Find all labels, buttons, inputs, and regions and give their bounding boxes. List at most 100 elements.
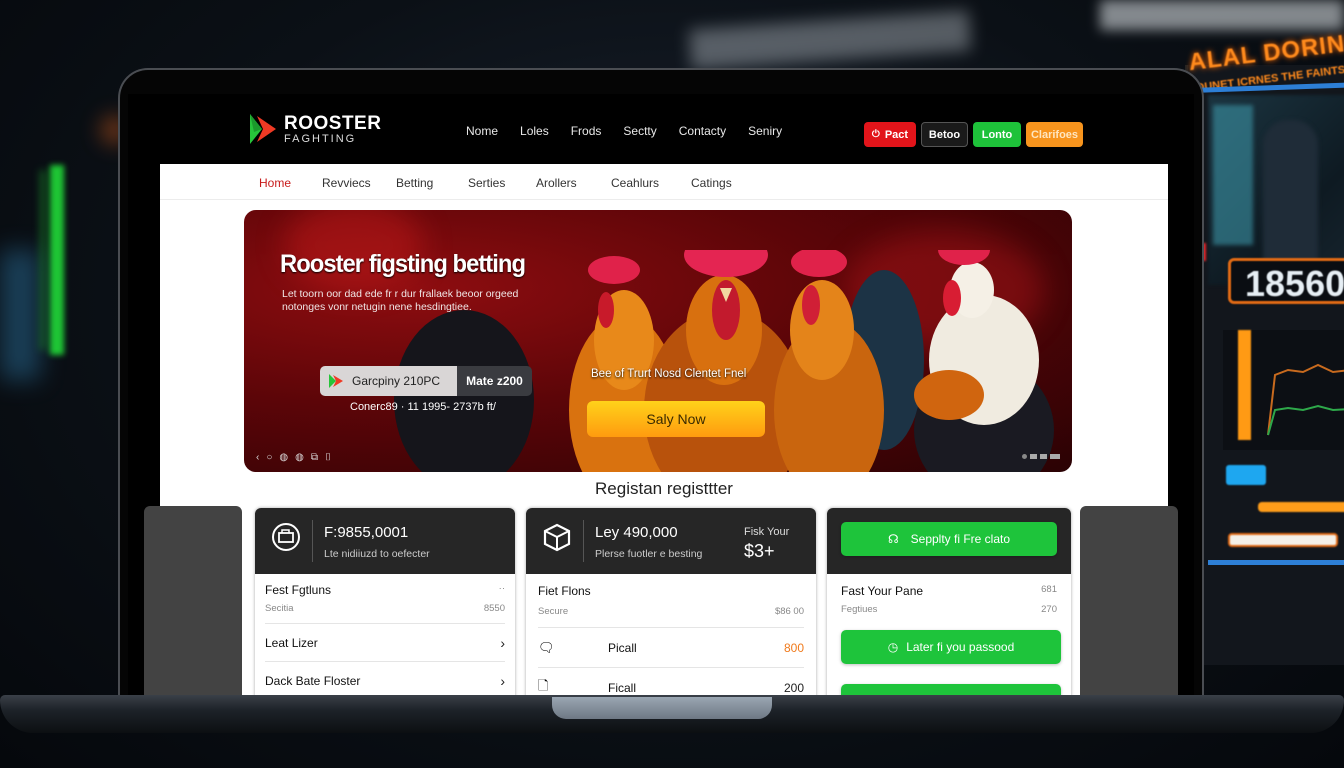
summary-bottom: Secitia 8550	[265, 603, 505, 614]
window-icon[interactable]: ⧉	[311, 452, 318, 463]
globe-icon[interactable]: ◍	[295, 452, 304, 463]
pagination-dot[interactable]	[1030, 454, 1037, 459]
top-nav-item[interactable]: Loles	[520, 124, 549, 138]
top-nav-item[interactable]: Nome	[466, 124, 498, 138]
card-header: F:9855,0001 Lte nidiiuzd to oefecter	[255, 508, 515, 574]
list-item[interactable]: 🗨 Picall 800	[538, 628, 804, 668]
summary-top: Fest Fgtluns ··	[265, 583, 505, 597]
list-item[interactable]: 🗋 Ficall 200	[538, 668, 804, 697]
brand-logo[interactable]: ROOSTER FAGHTING	[248, 112, 381, 146]
monitor-video-person	[1263, 120, 1318, 270]
hero-coords: Conerc89 · 11 1995- 2737b ft/	[350, 401, 496, 413]
monitor-counter: 18560	[1228, 258, 1344, 304]
monitor-divider	[1208, 560, 1344, 565]
summary-title: Fest Fgtluns	[265, 583, 332, 597]
card-summary-row: Fiet Flons Secure $86 00	[538, 574, 804, 628]
hero-description: Let toorn oor dad ede fr r dur frallaek …	[282, 288, 519, 313]
brand-name: ROOSTER	[284, 112, 382, 134]
monitor-chart-line-orange	[1267, 363, 1344, 436]
monitor-progress-bar	[1228, 533, 1338, 547]
play-logo-icon	[250, 114, 276, 144]
supply-button[interactable]: ☊ Sepplty fi Fre clato	[841, 522, 1057, 556]
sub-nav-item-home[interactable]: Home	[259, 176, 322, 190]
clarifoes-button[interactable]: Clarifoes	[1026, 122, 1083, 147]
sub-nav-item[interactable]: Betting	[396, 176, 468, 190]
hero-title: Rooster figsting betting	[280, 250, 526, 278]
summary-bottom: Secure $86 00	[538, 606, 804, 617]
card-header: ☊ Sepplty fi Fre clato	[827, 508, 1071, 574]
list-item-title: Dack Bate Floster	[265, 674, 361, 688]
globe-icon[interactable]: ◍	[279, 452, 288, 463]
summary-meta-right: 270	[1041, 603, 1057, 615]
card-subtitle: Plerse fuotler e besting	[595, 548, 703, 560]
side-panel-left	[144, 506, 242, 697]
sub-nav-item[interactable]: Ceahlurs	[611, 176, 691, 190]
monitor-chart-line-green	[1267, 404, 1344, 436]
register-card-3: ☊ Sepplty fi Fre clato Fast Your Pane 68…	[827, 508, 1071, 697]
sub-nav-item[interactable]: Arollers	[536, 176, 611, 190]
brand-text: ROOSTER FAGHTING	[284, 114, 381, 145]
top-nav-item[interactable]: Frods	[571, 124, 602, 138]
list-item-title: Ficall	[608, 681, 637, 695]
top-nav-item[interactable]: Contacty	[679, 124, 726, 138]
divider	[583, 520, 584, 562]
site-header: ROOSTER FAGHTING Nome Loles Frods Sectty…	[128, 94, 1194, 164]
list-item[interactable]: Dack Bate Floster ›	[265, 662, 505, 697]
summary-meta-right: 8550	[483, 603, 505, 614]
pact-button[interactable]: ⏻ Pact	[864, 122, 916, 147]
top-nav-item[interactable]: Sectty	[623, 124, 656, 138]
monitor-chart	[1223, 330, 1344, 450]
pact-button-label: Pact	[884, 128, 909, 141]
laptop-hinge-notch	[552, 697, 772, 719]
background-green-strip	[40, 170, 46, 350]
card-summary-row: Fest Fgtluns ·· Secitia 8550	[265, 574, 505, 624]
sub-nav: Home Revviecs Betting Serties Arollers C…	[160, 164, 1168, 200]
pagination-dot[interactable]	[1050, 454, 1060, 459]
list-item[interactable]: Leat Lizer ›	[265, 624, 505, 662]
hero-controls: ‹ ○ ◍ ◍ ⧉ ⌷	[256, 452, 331, 463]
clock-icon: ◷	[887, 640, 899, 654]
register-card-1: F:9855,0001 Lte nidiiuzd to oefecter Fes…	[255, 508, 515, 697]
lonto-button[interactable]: Lonto	[973, 122, 1021, 147]
summary-title: Fast Your Pane	[841, 583, 924, 598]
top-nav-item[interactable]: Seniry	[748, 124, 782, 138]
background-green-light	[50, 165, 64, 355]
chevron-right-icon: ›	[500, 634, 505, 651]
brand-subtitle: FAGHTING	[284, 132, 357, 145]
pagination-dot[interactable]	[1022, 454, 1027, 459]
betoo-button[interactable]: Betoo	[921, 122, 968, 147]
power-icon: ⏻	[871, 129, 880, 140]
later-button[interactable]: ◷ Later fi you passood	[841, 630, 1061, 664]
summary-meta-top: 681	[1041, 583, 1057, 595]
phone-icon[interactable]: ⌷	[325, 452, 331, 463]
chat-icon: 🗨	[538, 639, 555, 655]
sub-nav-item[interactable]: Serties	[468, 176, 536, 190]
register-title: Registan registtter	[595, 479, 733, 498]
circle-icon[interactable]: ○	[266, 452, 272, 463]
headset-icon: ☊	[887, 532, 899, 546]
divider	[312, 520, 313, 562]
play-logo-icon	[329, 374, 343, 388]
saly-now-button[interactable]: Saly Now	[587, 401, 765, 437]
sub-nav-item[interactable]: Revviecs	[322, 176, 396, 190]
rooster-4	[914, 250, 1054, 472]
hero-pagination	[1022, 454, 1060, 459]
sub-nav-item[interactable]: Catings	[691, 176, 732, 190]
side-panel-right	[1080, 506, 1178, 697]
card-amount: Ley 490,000	[595, 524, 678, 541]
header-actions: ⏻ Pact Betoo Lonto Clarifoes	[864, 122, 1083, 147]
pagination-dot[interactable]	[1040, 454, 1047, 459]
summary-bottom: Fegtiues 270	[841, 604, 1057, 615]
monitor-video-window	[1213, 105, 1253, 245]
chevron-left-icon[interactable]: ‹	[256, 452, 259, 463]
laptop-screen: ROOSTER FAGHTING Nome Loles Frods Sectty…	[128, 94, 1194, 697]
card-aside-value: $3+	[744, 541, 775, 561]
list-item-value: 800	[783, 640, 804, 655]
summary-title: Fiet Flons	[538, 584, 591, 598]
document-icon: 🗋	[538, 678, 549, 693]
match-pill[interactable]: Garcpiny 210PC Mate z200	[320, 366, 532, 396]
list-item-title: Picall	[608, 640, 637, 655]
card-body: Fast Your Pane 681 Fegtiues 270 ◷ Later …	[827, 574, 1071, 697]
background-monitor: ALAL DORING S DUNET ICRNES THE FAINTS 18…	[1185, 25, 1344, 665]
ceiling-light	[1100, 0, 1344, 30]
